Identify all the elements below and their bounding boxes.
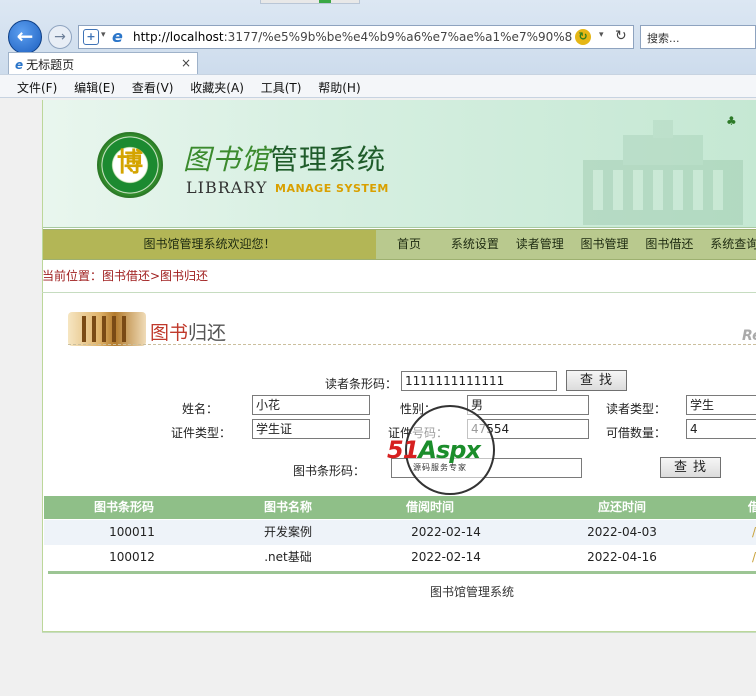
menu-help[interactable]: 帮助(H): [318, 81, 360, 95]
tab-current[interactable]: e 无标题页 ×: [8, 52, 198, 74]
name-field[interactable]: 小花: [252, 395, 370, 415]
section-title-highlight: 图书: [150, 322, 189, 344]
logo-glyph: 博: [116, 148, 143, 178]
nav-items: 首页 系统设置 读者管理 图书管理 图书借还 系统查询: [383, 230, 756, 259]
book-barcode-label: 图书条形码：: [293, 464, 366, 478]
breadcrumb: 当前位置：图书借还>图书归还: [42, 269, 209, 283]
section-title: 图书归还: [150, 318, 226, 345]
id-type-label: 证件类型：: [171, 426, 232, 440]
reader-barcode-label: 读者条形码：: [325, 377, 398, 391]
nav-home[interactable]: 首页: [397, 237, 421, 251]
cell-barcode: 100012: [109, 550, 155, 564]
nav-system-query[interactable]: 系统查询: [710, 237, 756, 251]
system-title-en: LIBRARY: [186, 178, 268, 197]
col-borrow-date: 借阅时间: [405, 500, 454, 514]
favorites-add-icon[interactable]: +: [83, 29, 99, 45]
system-title-rest: 管理系统: [270, 143, 387, 176]
close-icon[interactable]: ×: [181, 56, 191, 70]
system-subtitle-en: MANAGE SYSTEM: [275, 182, 389, 195]
refresh-icon[interactable]: ↻: [615, 28, 627, 44]
col-book-name: 图书名称: [263, 500, 312, 514]
name-label: 姓名：: [182, 402, 219, 416]
reader-type-label: 读者类型：: [606, 402, 667, 416]
cell-due-date: 2022-04-03: [587, 525, 657, 539]
nav-system-settings[interactable]: 系统设置: [451, 237, 499, 251]
main-nav: 图书馆管理系统欢迎您！ 首页 系统设置 读者管理 图书管理 图书借还 系统查询: [43, 229, 756, 260]
cell-action[interactable]: /: [694, 545, 756, 570]
table-footer-line: [48, 571, 756, 574]
window-title-strip: [260, 0, 360, 4]
table-row[interactable]: 100012 .net基础 2022-02-14 2022-04-16 /: [44, 545, 756, 570]
ie-page-icon: e: [112, 27, 123, 46]
address-url[interactable]: http://localhost:3177/%e5%9b%be%e4%b9%a6…: [133, 30, 573, 44]
address-dropdown-icon[interactable]: ▾: [599, 30, 604, 40]
url-host: http://localhost: [133, 30, 224, 44]
section-title-rest: 归还: [188, 322, 227, 344]
divider: [42, 292, 756, 293]
back-icon[interactable]: ←: [8, 20, 42, 54]
cell-book-name: 开发案例: [263, 525, 312, 539]
table-row[interactable]: 100011 开发案例 2022-02-14 2022-04-03 /: [44, 520, 756, 545]
chevron-down-icon[interactable]: ▾: [101, 30, 106, 40]
col-borrow-truncated: 借: [747, 500, 756, 514]
cell-action[interactable]: /: [694, 520, 756, 545]
system-title: 图书馆管理系统: [183, 138, 386, 178]
forward-icon[interactable]: →: [48, 25, 72, 49]
watermark-aspx: Aspx: [418, 436, 481, 464]
borrowable-field[interactable]: 4: [686, 419, 756, 439]
reader-barcode-input[interactable]: 1111111111111: [401, 371, 557, 391]
nav-borrow-return[interactable]: 图书借还: [645, 237, 693, 251]
watermark-subtitle: 源码服务专家: [413, 463, 467, 472]
books-icon: [68, 312, 146, 346]
col-barcode: 图书条形码: [93, 500, 154, 514]
page-bottom-line: [42, 632, 756, 633]
watermark-51: 51: [387, 436, 419, 464]
reader-search-button[interactable]: 查找: [566, 370, 627, 391]
menu-file[interactable]: 文件(F): [17, 81, 57, 95]
section-divider: [68, 344, 756, 345]
cell-book-name: .net基础: [264, 550, 312, 564]
table-header: 图书条形码 图书名称 借阅时间 应还时间 借: [44, 496, 756, 519]
building-illustration: [583, 120, 743, 225]
address-bar[interactable]: + ▾ e http://localhost:3177/%e5%9b%be%e4…: [78, 25, 634, 49]
leaf-icon: ♣: [726, 114, 737, 128]
menu-tools[interactable]: 工具(T): [261, 81, 302, 95]
reader-type-field[interactable]: 学生: [686, 395, 756, 415]
cell-due-date: 2022-04-16: [587, 550, 657, 564]
menu-favorites[interactable]: 收藏夹(A): [190, 81, 244, 95]
tab-title: 无标题页: [26, 58, 75, 72]
search-input[interactable]: 搜索...: [640, 25, 756, 49]
system-title-fancy: 图书馆: [183, 143, 271, 176]
col-due-date: 应还时间: [597, 500, 646, 514]
compatibility-icon[interactable]: ↻: [575, 29, 591, 45]
cell-borrow-date: 2022-02-14: [411, 525, 481, 539]
book-search-button[interactable]: 查找: [660, 457, 721, 478]
id-type-field[interactable]: 学生证: [252, 419, 370, 439]
menu-bar: 文件(F) 编辑(E) 查看(V) 收藏夹(A) 工具(T) 帮助(H): [0, 74, 756, 98]
menu-view[interactable]: 查看(V): [132, 81, 174, 95]
menu-edit[interactable]: 编辑(E): [74, 81, 115, 95]
cell-barcode: 100011: [109, 525, 155, 539]
ie-tab-icon: e: [15, 58, 24, 72]
cell-borrow-date: 2022-02-14: [411, 550, 481, 564]
browser-chrome: ← → + ▾ e http://localhost:3177/%e5%9b%b…: [0, 0, 756, 100]
page-footer: 图书馆管理系统: [429, 585, 514, 599]
welcome-message: 图书馆管理系统欢迎您！: [43, 230, 376, 259]
nav-reader-management[interactable]: 读者管理: [516, 237, 564, 251]
watermark-logo: 51Aspx: [387, 436, 481, 464]
gender-field[interactable]: 男: [467, 395, 589, 415]
nav-book-management[interactable]: 图书管理: [581, 237, 629, 251]
header-banner: 博 图书馆管理系统 LIBRARY MANAGE SYSTEM ♣: [43, 100, 756, 228]
section-right-mark: Re: [742, 328, 756, 344]
borrowable-label: 可借数量：: [606, 426, 667, 440]
url-path: :3177/%e5%9b%be%e4%b9%a6%e7%ae%a1%e7%90%…: [223, 30, 573, 44]
